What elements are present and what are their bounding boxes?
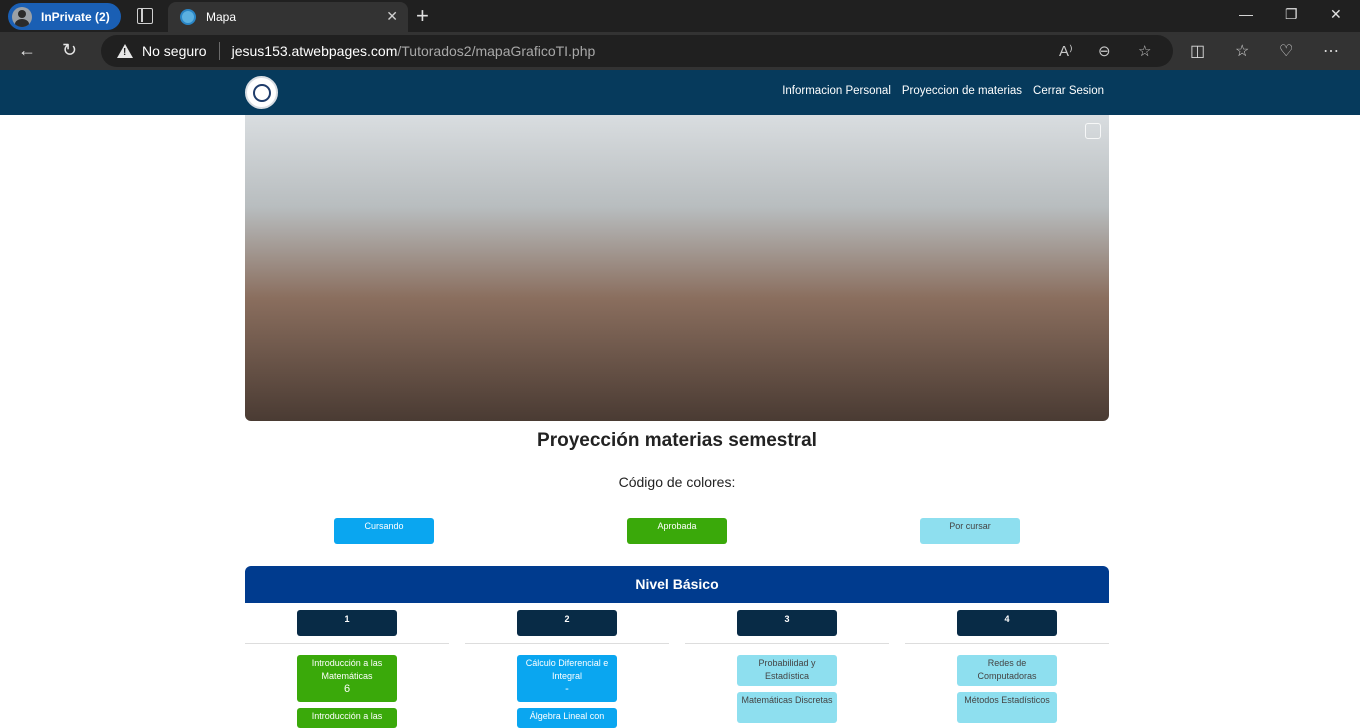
course-card[interactable]: Probabilidad y Estadística [737, 655, 837, 686]
semester-header: 2 [517, 610, 617, 636]
tab-actions-icon[interactable] [137, 8, 153, 24]
close-window-icon[interactable]: ✕ [1330, 6, 1342, 23]
course-name: Métodos Estadísticos [964, 695, 1050, 705]
course-card[interactable]: Cálculo Diferencial e Integral - [517, 655, 617, 702]
address-bar[interactable]: ! No seguro jesus153.atwebpages.com /Tut… [101, 35, 1173, 67]
course-card[interactable]: Matemáticas Discretas [737, 692, 837, 723]
site-header: Informacion Personal Proyeccion de mater… [0, 70, 1360, 115]
address-separator [218, 42, 220, 60]
course-name: Matemáticas Discretas [741, 695, 833, 705]
course-card[interactable]: Introducción a las Matemáticas 6 [297, 655, 397, 702]
course-name: Introducción a las [311, 711, 383, 721]
course-grade: 6 [343, 683, 351, 695]
semester-header: 3 [737, 610, 837, 636]
page-title: Proyección materias semestral [537, 430, 817, 451]
semester-header: 4 [957, 610, 1057, 636]
course-name: Redes de Computadoras [977, 658, 1037, 681]
browser-essentials-icon[interactable]: ♡ [1279, 41, 1293, 61]
read-aloud-icon[interactable]: A⁾ [1059, 42, 1073, 60]
column-divider [465, 643, 669, 644]
course-name: Introducción a las Matemáticas [311, 658, 383, 681]
course-grade: - [565, 683, 569, 695]
tab-mapa[interactable]: Mapa ✕ [168, 2, 408, 32]
column-divider [905, 643, 1109, 644]
restore-icon[interactable]: ❐ [1285, 6, 1298, 23]
refresh-icon[interactable]: ↻ [62, 40, 77, 61]
university-logo[interactable] [245, 76, 278, 109]
legend-aprobada: Aprobada [627, 518, 727, 544]
logo-seal-icon [252, 83, 271, 102]
url-path: /Tutorados2/mapaGraficoTI.php [397, 43, 596, 59]
favorite-star-icon[interactable]: ☆ [1138, 42, 1151, 60]
legend-title: Código de colores: [618, 474, 736, 490]
minimize-icon[interactable]: — [1239, 6, 1253, 22]
hero-classroom-photo [245, 115, 1109, 421]
profile-label: InPrivate (2) [41, 9, 110, 24]
favorites-icon[interactable]: ☆ [1235, 41, 1249, 61]
nav-cerrar-sesion[interactable]: Cerrar Sesion [1033, 85, 1104, 97]
course-card[interactable]: Métodos Estadísticos [957, 692, 1057, 723]
column-divider [685, 643, 889, 644]
course-name: Cálculo Diferencial e Integral [525, 658, 609, 681]
semester-header: 1 [297, 610, 397, 636]
course-card[interactable]: Álgebra Lineal con [517, 708, 617, 728]
security-label: No seguro [142, 43, 207, 59]
new-tab-icon[interactable]: + [416, 3, 429, 29]
tab-title: Mapa [206, 10, 237, 24]
legend-por-cursar: Por cursar [920, 518, 1020, 544]
inprivate-profile-button[interactable]: InPrivate (2) [8, 3, 121, 30]
level-header: Nivel Básico [245, 566, 1109, 603]
browser-tab-bar: InPrivate (2) Mapa ✕ + — ❐ ✕ [0, 0, 1360, 32]
warning-icon: ! [117, 44, 133, 58]
split-screen-icon[interactable]: ◫ [1190, 41, 1205, 61]
legend-cursando: Cursando [334, 518, 434, 544]
column-divider [245, 643, 449, 644]
url-host: jesus153.atwebpages.com [231, 43, 398, 59]
site-favicon-icon [180, 9, 196, 25]
fullscreen-icon[interactable] [1085, 123, 1101, 139]
avatar-icon [12, 6, 32, 27]
course-name: Álgebra Lineal con [529, 711, 605, 721]
browser-toolbar: ← ↻ ! No seguro jesus153.atwebpages.com … [0, 32, 1360, 70]
more-options-icon[interactable]: ⋯ [1323, 41, 1339, 61]
site-nav: Informacion Personal Proyeccion de mater… [782, 85, 1104, 97]
zoom-icon[interactable]: ⊖ [1098, 42, 1111, 60]
course-name: Probabilidad y Estadística [758, 658, 816, 681]
course-card[interactable]: Introducción a las [297, 708, 397, 728]
back-arrow-icon[interactable]: ← [18, 40, 36, 61]
nav-proyeccion-materias[interactable]: Proyeccion de materias [902, 85, 1022, 97]
course-card[interactable]: Redes de Computadoras [957, 655, 1057, 686]
close-tab-icon[interactable]: ✕ [386, 8, 398, 25]
nav-informacion-personal[interactable]: Informacion Personal [782, 85, 891, 97]
